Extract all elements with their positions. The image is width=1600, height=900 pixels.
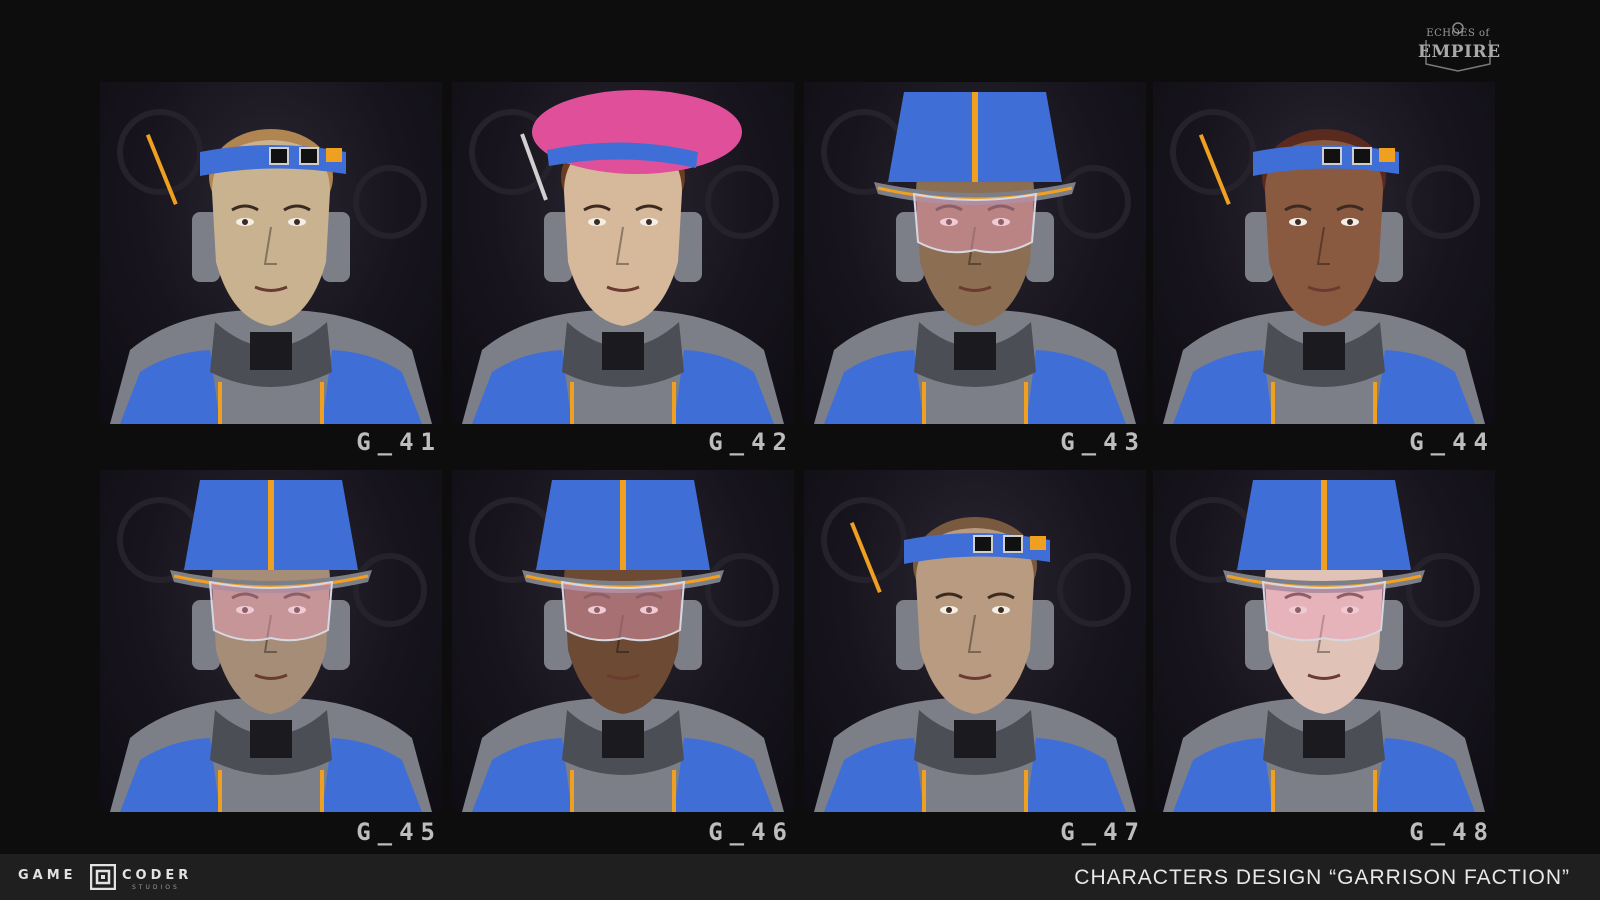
visor bbox=[912, 192, 1038, 254]
portrait-label: G_41 bbox=[356, 428, 442, 456]
portrait-label: G_44 bbox=[1409, 428, 1495, 456]
portrait-label: G_43 bbox=[1060, 428, 1146, 456]
portrait-illustration bbox=[110, 480, 432, 812]
studio-word-game: GAME bbox=[18, 868, 77, 883]
studio-subtitle: STUDIOS bbox=[132, 884, 180, 891]
studio-mark-icon bbox=[90, 864, 116, 890]
logo-top-text: ECHOES of bbox=[1426, 28, 1490, 39]
portrait-illustration bbox=[1163, 109, 1485, 424]
visor bbox=[1261, 580, 1387, 642]
logo-main-text: EMPIRE bbox=[1418, 42, 1501, 62]
portrait-label: G_48 bbox=[1409, 818, 1495, 846]
visor bbox=[208, 580, 334, 642]
sheet-title: CHARACTERS DESIGN “GARRISON FACTION” bbox=[1074, 866, 1570, 889]
studio-word-coder: CODER bbox=[122, 868, 193, 883]
portrait-tile bbox=[1153, 82, 1495, 424]
character-sheet: ECHOES of EMPIRE G_41 G_42 G_43 G_44 G_45 G_4… bbox=[0, 0, 1600, 900]
visor bbox=[560, 580, 686, 642]
portrait-tile bbox=[100, 82, 442, 424]
portrait-label: G_47 bbox=[1060, 818, 1146, 846]
portrait-tile bbox=[804, 470, 1146, 812]
portrait-label: G_45 bbox=[356, 818, 442, 846]
portrait-illustration bbox=[462, 90, 784, 424]
portrait-tile bbox=[1153, 470, 1495, 812]
portrait-tile bbox=[804, 82, 1146, 424]
portrait-illustration bbox=[110, 109, 432, 424]
portrait-illustration bbox=[814, 497, 1136, 812]
portrait-illustration bbox=[462, 480, 784, 812]
echoes-of-empire-logo: ECHOES of EMPIRE bbox=[1418, 22, 1501, 72]
portrait-illustration bbox=[1163, 480, 1485, 812]
portrait-label: G_46 bbox=[708, 818, 794, 846]
portrait-label: G_42 bbox=[708, 428, 794, 456]
portrait-tile bbox=[452, 82, 794, 424]
footer-bar: GAME CODER STUDIOS CHARACTERS DESIGN “GA… bbox=[0, 854, 1600, 900]
portrait-tile bbox=[100, 470, 442, 812]
portrait-illustration bbox=[814, 92, 1136, 424]
portrait-tile bbox=[452, 470, 794, 812]
